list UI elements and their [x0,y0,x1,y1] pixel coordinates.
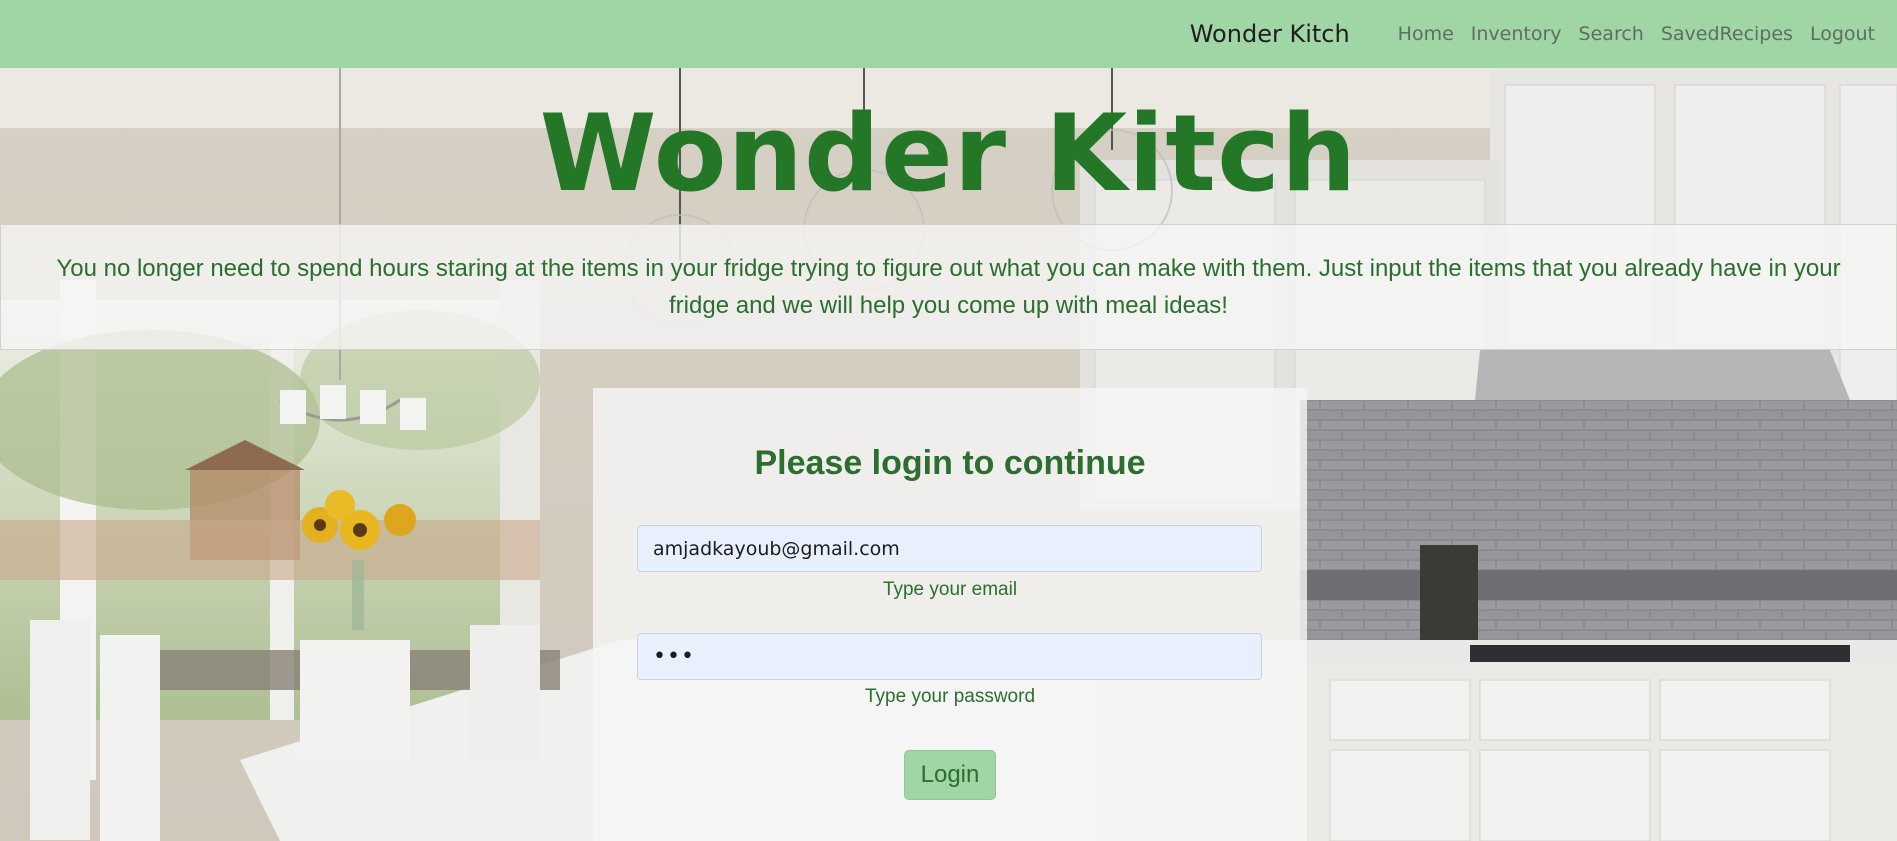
nav-link-saved-recipes[interactable]: SavedRecipes [1661,23,1793,45]
password-value: ••• [653,644,695,669]
intro-text: You no longer need to spend hours starin… [56,255,1841,319]
top-navbar: Wonder Kitch Home Inventory Search Saved… [0,0,1897,68]
login-heading: Please login to continue [754,444,1146,482]
nav-link-search[interactable]: Search [1579,23,1644,45]
nav-link-logout[interactable]: Logout [1810,23,1875,45]
hero-title: Wonder Kitch [539,92,1358,215]
email-hint: Type your email [882,579,1018,600]
email-value: amjadkayoub@gmail.com [653,537,900,560]
login-button[interactable]: Login [904,750,996,800]
intro-banner: You no longer need to spend hours starin… [0,224,1897,350]
nav-link-inventory[interactable]: Inventory [1471,23,1562,45]
login-card: Please login to continue amjadkayoub@gma… [593,388,1307,841]
email-field[interactable]: amjadkayoub@gmail.com [637,525,1262,572]
password-field[interactable]: ••• [637,633,1262,680]
navbar-brand[interactable]: Wonder Kitch [1190,20,1350,48]
password-hint: Type your password [864,686,1036,707]
nav-link-home[interactable]: Home [1398,23,1454,45]
